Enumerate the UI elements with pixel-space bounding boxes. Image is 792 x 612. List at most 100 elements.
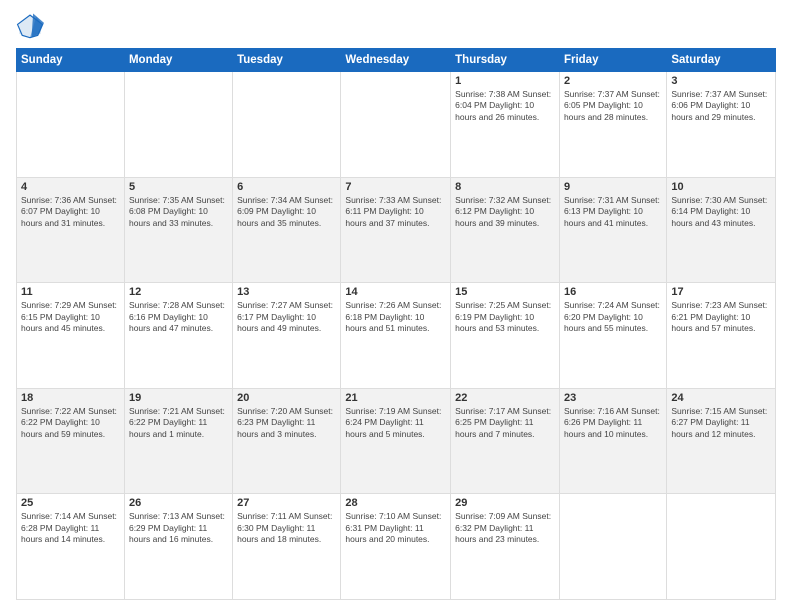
calendar-cell: 6 Sunrise: 7:34 AM Sunset: 6:09 PM Daylig… bbox=[233, 177, 341, 283]
day-number: 4 bbox=[21, 181, 120, 193]
day-number: 19 bbox=[129, 392, 228, 404]
calendar-cell: 19 Sunrise: 7:21 AM Sunset: 6:22 PM Dayli… bbox=[124, 388, 232, 494]
day-number: 11 bbox=[21, 286, 120, 298]
day-number: 28 bbox=[345, 497, 446, 509]
day-number: 26 bbox=[129, 497, 228, 509]
calendar-cell: 26Sunrise: 7:13 AM Sunset: 6:29 PM Dayli… bbox=[124, 494, 232, 600]
day-info: Sunrise: 7:34 AM Sunset: 6:09 PM Dayligh… bbox=[237, 195, 336, 229]
weekday-header: Thursday bbox=[451, 49, 560, 72]
day-number: 27 bbox=[237, 497, 336, 509]
page: SundayMondayTuesdayWednesdayThursdayFrid… bbox=[0, 0, 792, 612]
calendar-cell: 23 Sunrise: 7:16 AM Sunset: 6:26 PM Dayli… bbox=[559, 388, 666, 494]
day-info: Sunrise: 7:30 AM Sunset: 6:14 PM Dayligh… bbox=[671, 195, 771, 229]
calendar-body: 1 Sunrise: 7:38 AM Sunset: 6:04 PM Daylig… bbox=[17, 72, 776, 600]
day-number: 10 bbox=[671, 181, 771, 193]
weekday-header: Sunday bbox=[17, 49, 125, 72]
calendar-cell bbox=[233, 72, 341, 178]
calendar-cell: 22Sunrise: 7:17 AM Sunset: 6:25 PM Dayli… bbox=[451, 388, 560, 494]
day-info: Sunrise: 7:37 AM Sunset: 6:05 PM Dayligh… bbox=[564, 89, 662, 123]
weekday-header: Wednesday bbox=[341, 49, 451, 72]
calendar-cell: 8 Sunrise: 7:32 AM Sunset: 6:12 PM Daylig… bbox=[451, 177, 560, 283]
calendar-cell: 13 Sunrise: 7:27 AM Sunset: 6:17 PM Dayli… bbox=[233, 283, 341, 389]
weekday-header: Monday bbox=[124, 49, 232, 72]
calendar-cell: 10 Sunrise: 7:30 AM Sunset: 6:14 PM Dayli… bbox=[667, 177, 776, 283]
day-info: Sunrise: 7:27 AM Sunset: 6:17 PM Dayligh… bbox=[237, 300, 336, 334]
calendar-cell bbox=[559, 494, 666, 600]
day-number: 12 bbox=[129, 286, 228, 298]
day-info: Sunrise: 7:37 AM Sunset: 6:06 PM Dayligh… bbox=[671, 89, 771, 123]
day-info: Sunrise: 7:09 AM Sunset: 6:32 PM Dayligh… bbox=[455, 511, 555, 545]
day-info: Sunrise: 7:10 AM Sunset: 6:31 PM Dayligh… bbox=[345, 511, 446, 545]
day-info: Sunrise: 7:16 AM Sunset: 6:26 PM Dayligh… bbox=[564, 406, 662, 440]
day-number: 13 bbox=[237, 286, 336, 298]
day-info: Sunrise: 7:29 AM Sunset: 6:15 PM Dayligh… bbox=[21, 300, 120, 334]
calendar-table: SundayMondayTuesdayWednesdayThursdayFrid… bbox=[16, 48, 776, 600]
calendar-cell: 16Sunrise: 7:24 AM Sunset: 6:20 PM Dayli… bbox=[559, 283, 666, 389]
calendar-cell: 18 Sunrise: 7:22 AM Sunset: 6:22 PM Dayli… bbox=[17, 388, 125, 494]
day-info: Sunrise: 7:23 AM Sunset: 6:21 PM Dayligh… bbox=[671, 300, 771, 334]
day-info: Sunrise: 7:20 AM Sunset: 6:23 PM Dayligh… bbox=[237, 406, 336, 440]
day-number: 17 bbox=[671, 286, 771, 298]
day-info: Sunrise: 7:26 AM Sunset: 6:18 PM Dayligh… bbox=[345, 300, 446, 334]
day-number: 7 bbox=[345, 181, 446, 193]
calendar-week-row: 25Sunrise: 7:14 AM Sunset: 6:28 PM Dayli… bbox=[17, 494, 776, 600]
calendar-cell: 7 Sunrise: 7:33 AM Sunset: 6:11 PM Daylig… bbox=[341, 177, 451, 283]
day-number: 1 bbox=[455, 75, 555, 87]
day-info: Sunrise: 7:36 AM Sunset: 6:07 PM Dayligh… bbox=[21, 195, 120, 229]
day-number: 24 bbox=[671, 392, 771, 404]
calendar-cell: 29Sunrise: 7:09 AM Sunset: 6:32 PM Dayli… bbox=[451, 494, 560, 600]
calendar-cell: 15Sunrise: 7:25 AM Sunset: 6:19 PM Dayli… bbox=[451, 283, 560, 389]
weekday-row: SundayMondayTuesdayWednesdayThursdayFrid… bbox=[17, 49, 776, 72]
calendar-week-row: 1 Sunrise: 7:38 AM Sunset: 6:04 PM Daylig… bbox=[17, 72, 776, 178]
day-number: 25 bbox=[21, 497, 120, 509]
day-info: Sunrise: 7:31 AM Sunset: 6:13 PM Dayligh… bbox=[564, 195, 662, 229]
day-number: 18 bbox=[21, 392, 120, 404]
day-info: Sunrise: 7:19 AM Sunset: 6:24 PM Dayligh… bbox=[345, 406, 446, 440]
calendar-week-row: 18 Sunrise: 7:22 AM Sunset: 6:22 PM Dayli… bbox=[17, 388, 776, 494]
day-info: Sunrise: 7:32 AM Sunset: 6:12 PM Dayligh… bbox=[455, 195, 555, 229]
day-info: Sunrise: 7:33 AM Sunset: 6:11 PM Dayligh… bbox=[345, 195, 446, 229]
calendar-cell: 20 Sunrise: 7:20 AM Sunset: 6:23 PM Dayli… bbox=[233, 388, 341, 494]
calendar-cell bbox=[341, 72, 451, 178]
header bbox=[16, 12, 776, 40]
calendar-cell: 12 Sunrise: 7:28 AM Sunset: 6:16 PM Dayli… bbox=[124, 283, 232, 389]
day-number: 14 bbox=[345, 286, 446, 298]
day-number: 23 bbox=[564, 392, 662, 404]
calendar-cell: 28 Sunrise: 7:10 AM Sunset: 6:31 PM Dayli… bbox=[341, 494, 451, 600]
day-number: 3 bbox=[671, 75, 771, 87]
calendar-cell: 24Sunrise: 7:15 AM Sunset: 6:27 PM Dayli… bbox=[667, 388, 776, 494]
day-info: Sunrise: 7:38 AM Sunset: 6:04 PM Dayligh… bbox=[455, 89, 555, 123]
day-info: Sunrise: 7:25 AM Sunset: 6:19 PM Dayligh… bbox=[455, 300, 555, 334]
calendar-cell: 4 Sunrise: 7:36 AM Sunset: 6:07 PM Daylig… bbox=[17, 177, 125, 283]
day-info: Sunrise: 7:28 AM Sunset: 6:16 PM Dayligh… bbox=[129, 300, 228, 334]
day-number: 6 bbox=[237, 181, 336, 193]
day-number: 2 bbox=[564, 75, 662, 87]
day-number: 20 bbox=[237, 392, 336, 404]
day-info: Sunrise: 7:22 AM Sunset: 6:22 PM Dayligh… bbox=[21, 406, 120, 440]
calendar-cell: 14 Sunrise: 7:26 AM Sunset: 6:18 PM Dayli… bbox=[341, 283, 451, 389]
calendar-cell: 3 Sunrise: 7:37 AM Sunset: 6:06 PM Daylig… bbox=[667, 72, 776, 178]
day-number: 21 bbox=[345, 392, 446, 404]
calendar-cell bbox=[124, 72, 232, 178]
calendar-cell: 21 Sunrise: 7:19 AM Sunset: 6:24 PM Dayli… bbox=[341, 388, 451, 494]
calendar: SundayMondayTuesdayWednesdayThursdayFrid… bbox=[16, 48, 776, 600]
calendar-cell: 2 Sunrise: 7:37 AM Sunset: 6:05 PM Daylig… bbox=[559, 72, 666, 178]
weekday-header: Saturday bbox=[667, 49, 776, 72]
calendar-cell: 25Sunrise: 7:14 AM Sunset: 6:28 PM Dayli… bbox=[17, 494, 125, 600]
day-info: Sunrise: 7:21 AM Sunset: 6:22 PM Dayligh… bbox=[129, 406, 228, 440]
calendar-header: SundayMondayTuesdayWednesdayThursdayFrid… bbox=[17, 49, 776, 72]
day-number: 8 bbox=[455, 181, 555, 193]
day-info: Sunrise: 7:11 AM Sunset: 6:30 PM Dayligh… bbox=[237, 511, 336, 545]
calendar-cell: 11 Sunrise: 7:29 AM Sunset: 6:15 PM Dayli… bbox=[17, 283, 125, 389]
day-number: 16 bbox=[564, 286, 662, 298]
day-number: 22 bbox=[455, 392, 555, 404]
day-number: 5 bbox=[129, 181, 228, 193]
calendar-cell: 1 Sunrise: 7:38 AM Sunset: 6:04 PM Daylig… bbox=[451, 72, 560, 178]
day-number: 9 bbox=[564, 181, 662, 193]
calendar-cell: 9 Sunrise: 7:31 AM Sunset: 6:13 PM Daylig… bbox=[559, 177, 666, 283]
logo-icon bbox=[16, 12, 44, 40]
logo bbox=[16, 12, 48, 40]
calendar-cell: 17 Sunrise: 7:23 AM Sunset: 6:21 PM Dayli… bbox=[667, 283, 776, 389]
calendar-cell bbox=[17, 72, 125, 178]
calendar-cell: 27 Sunrise: 7:11 AM Sunset: 6:30 PM Dayli… bbox=[233, 494, 341, 600]
